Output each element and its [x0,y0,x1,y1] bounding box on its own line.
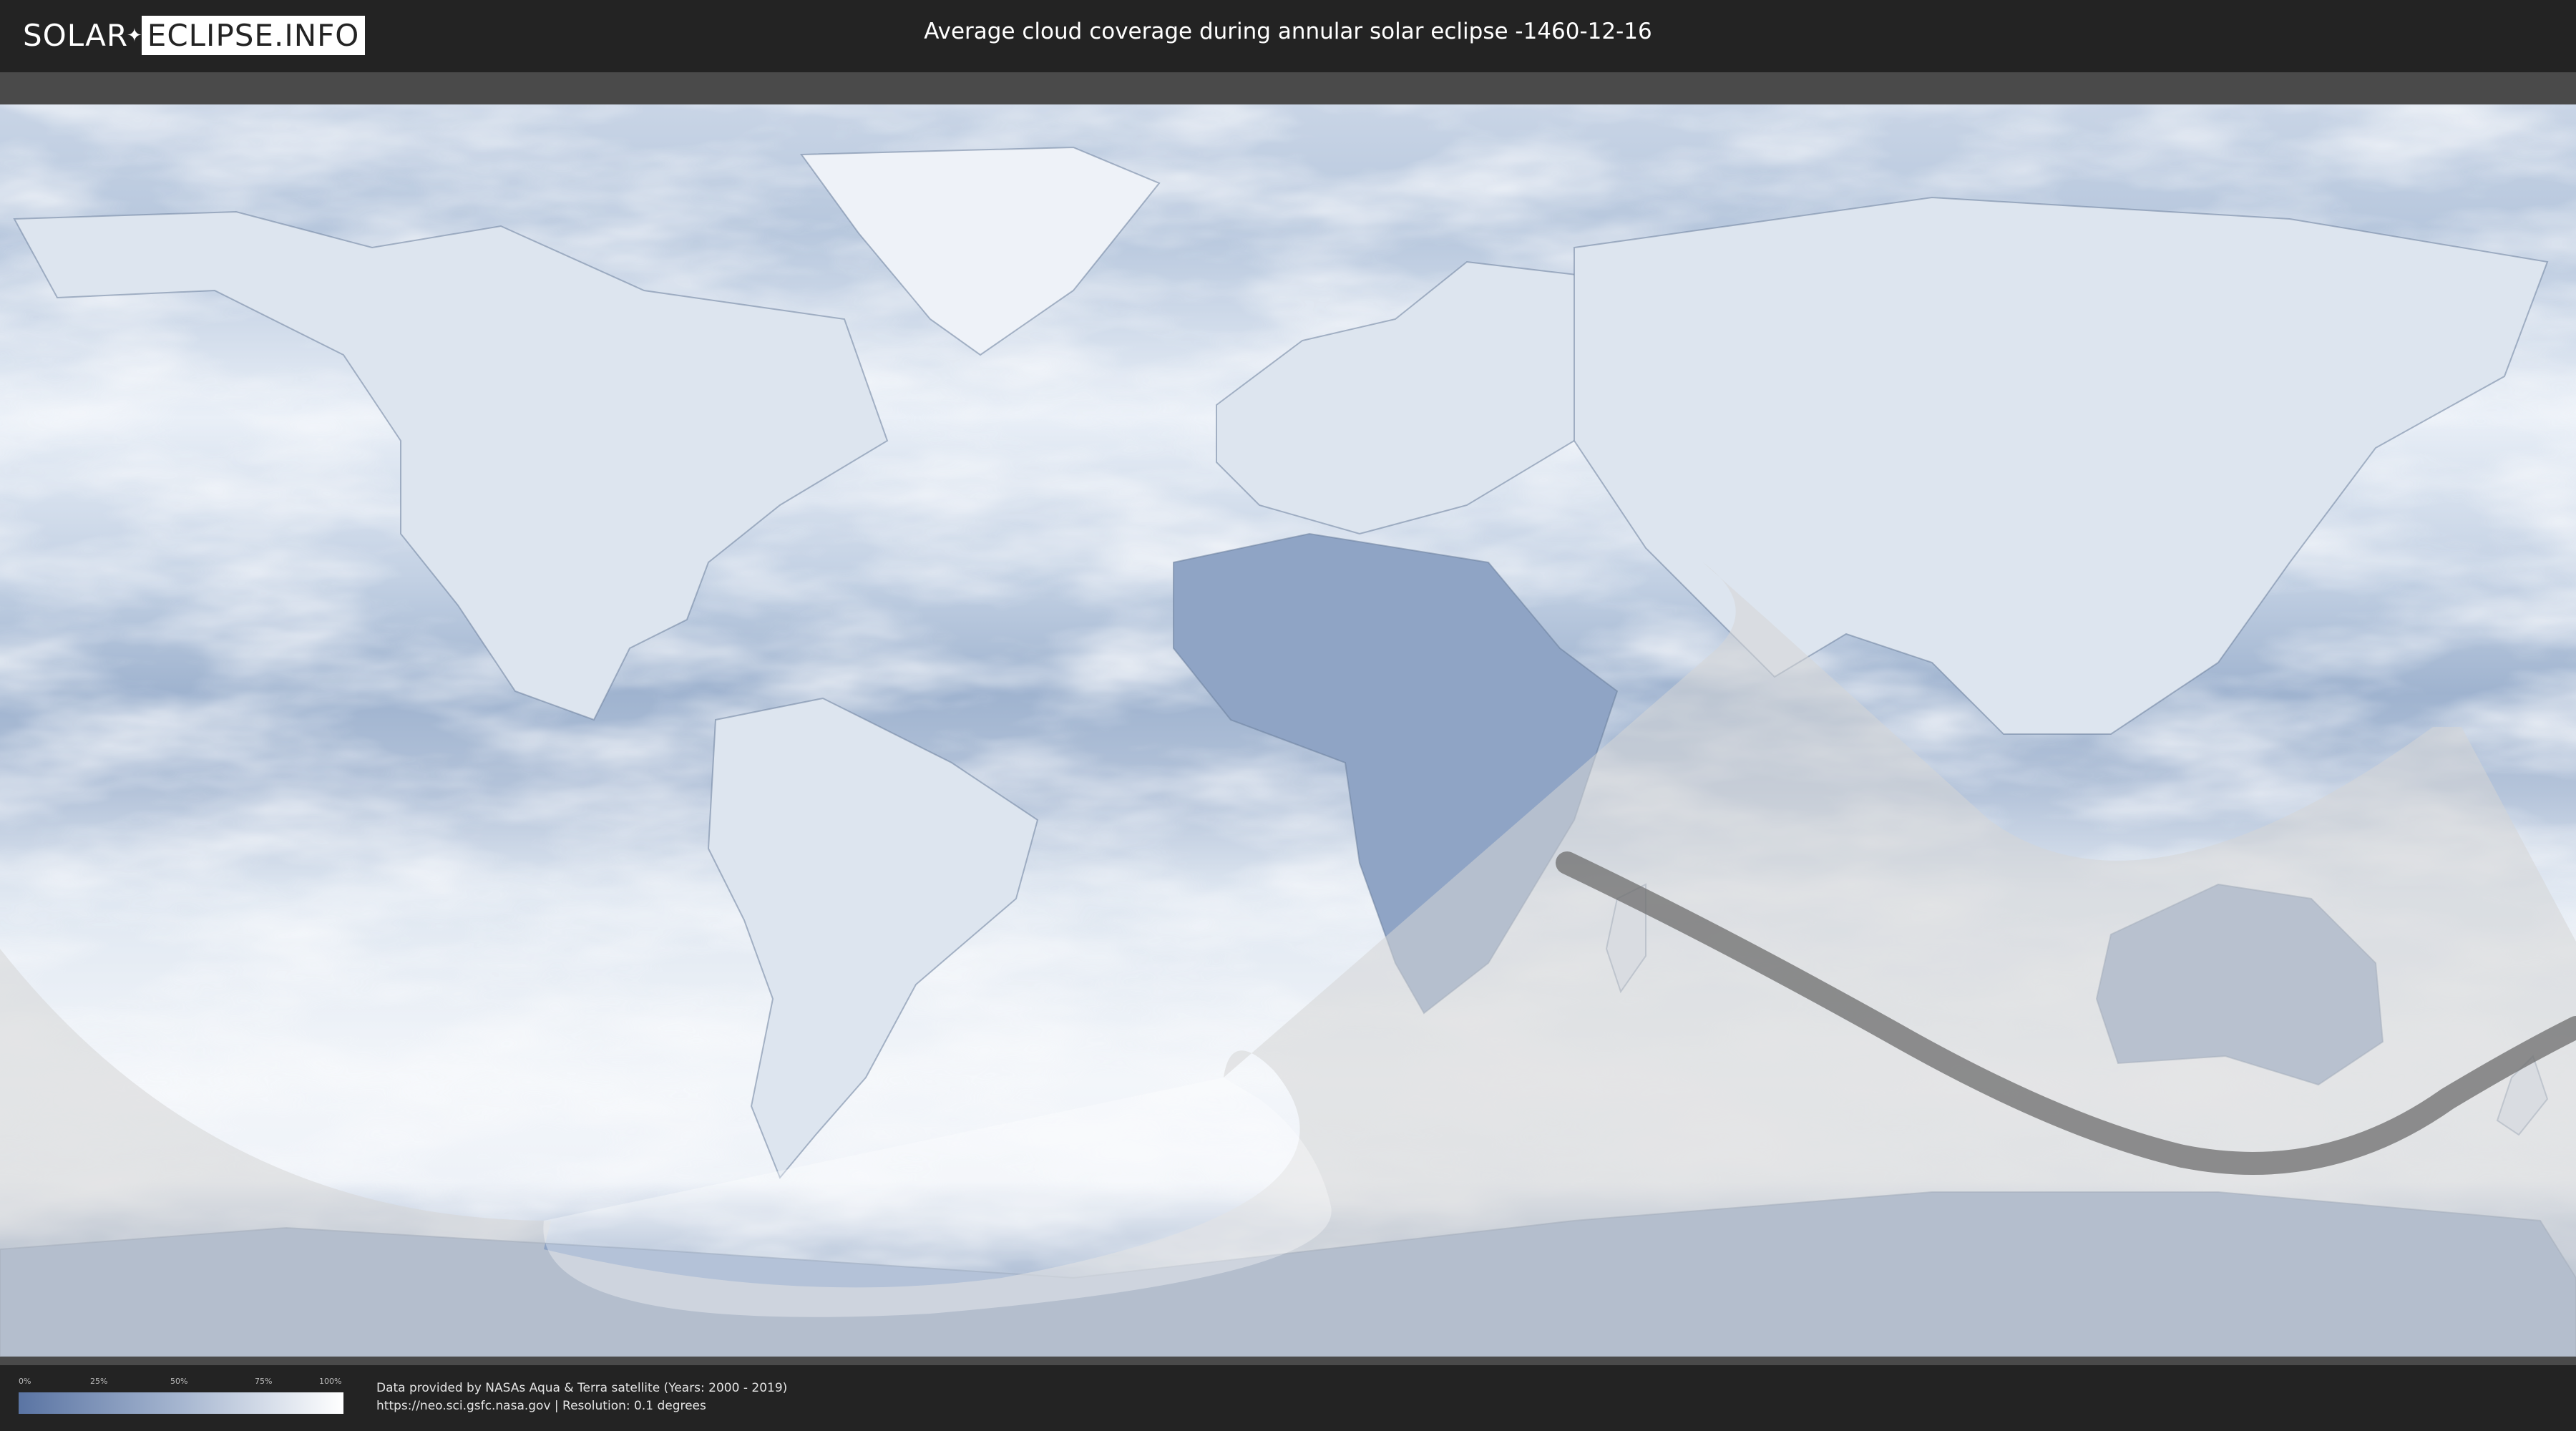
legend-tick-labels: 0% 25% 50% 75% 100% [19,1377,343,1390]
cloud-coverage-map[interactable] [0,104,2576,1357]
footer-separator-band [0,1357,2576,1365]
world-map-svg [0,104,2576,1357]
logo-spark-icon: ✦ [127,24,143,47]
page-title: Average cloud coverage during annular so… [924,19,1652,44]
legend-tick-25: 25% [90,1377,108,1386]
site-logo[interactable]: SOLAR ✦ ECLIPSE.INFO [23,16,366,55]
legend-tick-50: 50% [170,1377,188,1386]
logo-text-solar: SOLAR [23,18,128,53]
legend-gradient-bar [19,1392,343,1414]
header-bar: SOLAR ✦ ECLIPSE.INFO Average cloud cover… [0,0,2576,72]
legend-tick-75: 75% [255,1377,273,1386]
credit-line-2[interactable]: https://neo.sci.gsfc.nasa.gov | Resoluti… [376,1397,787,1415]
data-credits: Data provided by NASAs Aqua & Terra sate… [376,1379,787,1415]
logo-text-eclipse-info: ECLIPSE.INFO [141,16,366,55]
cloud-coverage-legend: 0% 25% 50% 75% 100% [19,1377,343,1414]
legend-tick-0: 0% [19,1377,31,1386]
credit-line-1: Data provided by NASAs Aqua & Terra sate… [376,1381,788,1395]
legend-tick-100: 100% [319,1377,342,1386]
header-separator-band [0,72,2576,104]
footer-bar: 0% 25% 50% 75% 100% Data provided by NAS… [0,1365,2576,1431]
